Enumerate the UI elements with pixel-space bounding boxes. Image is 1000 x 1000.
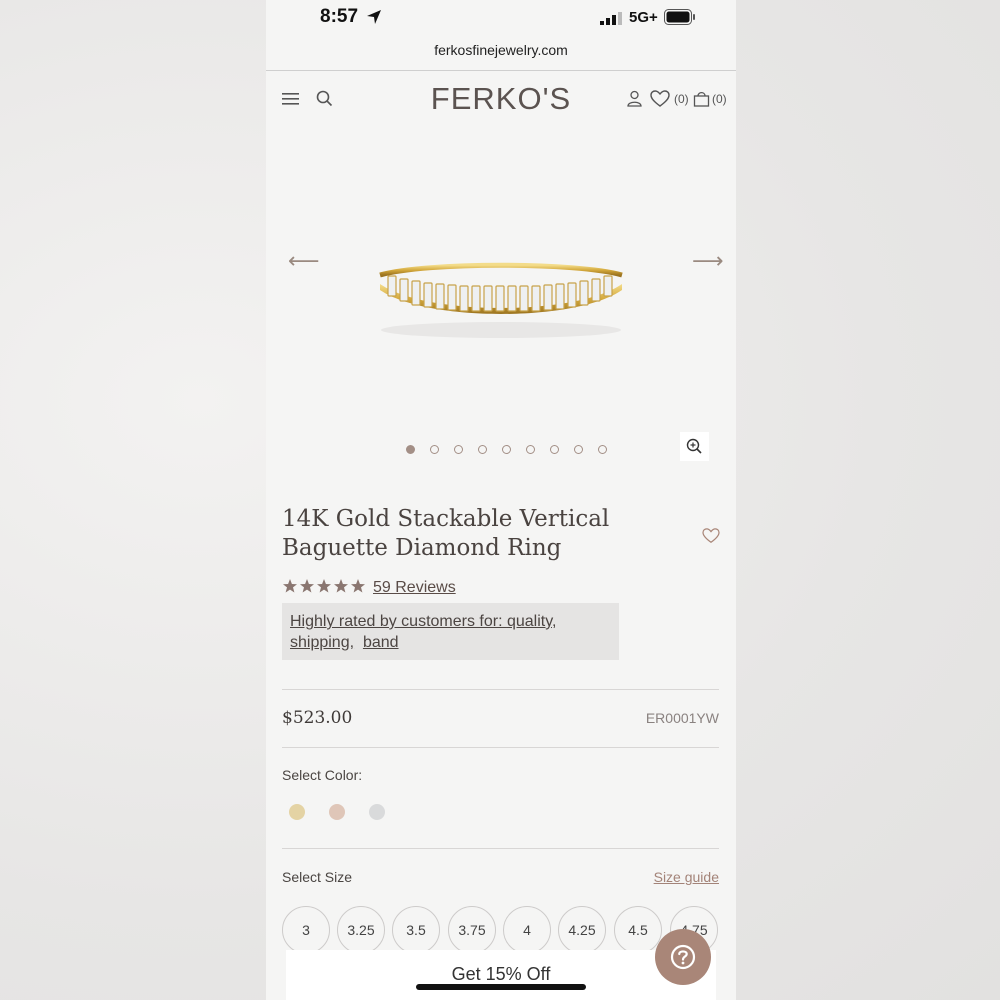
gallery-dot[interactable]: [406, 445, 415, 454]
gallery-next-arrow[interactable]: ⟶: [692, 248, 724, 274]
gallery-dot[interactable]: [550, 445, 559, 454]
address-bar-divider: [266, 70, 736, 71]
help-button[interactable]: [655, 929, 711, 985]
divider: [282, 689, 719, 690]
select-size-label: Select Size: [282, 869, 353, 885]
star-icon: [283, 579, 297, 593]
gallery-dot[interactable]: [502, 445, 511, 454]
site-logo[interactable]: FERKO'S: [366, 81, 636, 117]
size-option[interactable]: 3.5: [392, 906, 440, 954]
gallery-dot[interactable]: [478, 445, 487, 454]
product-title: 14K Gold Stackable Vertical Baguette Dia…: [282, 505, 642, 563]
search-icon[interactable]: [316, 90, 333, 112]
gallery-pagination: [406, 445, 616, 457]
color-swatch-rose-gold[interactable]: [329, 804, 345, 820]
shopping-bag-icon[interactable]: [693, 90, 710, 112]
network-type: 5G+: [629, 9, 658, 26]
gallery-prev-arrow[interactable]: ⟵: [288, 248, 320, 274]
product-image-ring: [379, 262, 623, 338]
wishlist-heart-icon[interactable]: [650, 90, 670, 113]
add-to-wishlist-heart-icon[interactable]: [702, 528, 720, 549]
customer-highlights: Highly rated by customers for: quality, …: [282, 603, 619, 660]
select-color-label: Select Color:: [282, 767, 363, 783]
site-header: FERKO'S (0) (0): [266, 78, 736, 122]
home-indicator: [416, 984, 586, 990]
highlight-term-shipping[interactable]: shipping,: [290, 634, 354, 651]
color-swatch-white-gold[interactable]: [369, 804, 385, 820]
size-option[interactable]: 4.25: [558, 906, 606, 954]
question-icon: [670, 944, 696, 970]
gallery-dot[interactable]: [574, 445, 583, 454]
color-swatch-yellow-gold[interactable]: [289, 804, 305, 820]
star-icon: [300, 579, 314, 593]
star-icon: [334, 579, 348, 593]
gallery-dot[interactable]: [430, 445, 439, 454]
product-price: $523.00: [282, 708, 353, 728]
gallery-dot[interactable]: [454, 445, 463, 454]
account-icon[interactable]: [626, 90, 643, 112]
divider: [282, 848, 719, 849]
status-bar: 8:57 5G+: [266, 0, 736, 36]
gallery-dot[interactable]: [598, 445, 607, 454]
size-option[interactable]: 3.75: [448, 906, 496, 954]
divider: [282, 747, 719, 748]
promo-banner[interactable]: Get 15% Off: [286, 950, 716, 1000]
highlights-prefix: Highly rated by customers for:: [290, 613, 507, 630]
zoom-in-icon[interactable]: [680, 432, 709, 461]
product-title-line: 14K Gold Stackable Vertical: [282, 506, 610, 532]
product-sku: ER0001YW: [645, 710, 719, 726]
gallery-dot[interactable]: [526, 445, 535, 454]
highlight-term-band[interactable]: band: [363, 634, 399, 651]
location-arrow-icon: [366, 9, 382, 30]
product-title-line: Baguette Diamond Ring: [282, 535, 562, 561]
rating-stars: [283, 579, 365, 593]
reviews-link[interactable]: 59 Reviews: [373, 579, 456, 597]
size-option[interactable]: 3: [282, 906, 330, 954]
star-icon: [351, 579, 365, 593]
status-time: 8:57: [320, 6, 359, 27]
hamburger-menu-icon[interactable]: [282, 92, 300, 111]
star-icon: [317, 579, 331, 593]
cart-count: (0): [712, 92, 727, 106]
battery-icon: [664, 9, 696, 30]
size-option[interactable]: 4: [503, 906, 551, 954]
wishlist-count: (0): [674, 92, 689, 106]
promo-label: Get 15% Off: [451, 964, 551, 984]
highlight-term-quality[interactable]: quality,: [507, 613, 557, 630]
size-option[interactable]: 3.25: [337, 906, 385, 954]
product-gallery: ⟵ ⟶: [266, 120, 736, 475]
cellular-signal-icon: [600, 12, 624, 30]
phone-screen: 8:57 5G+ ferkosfinejewelry.com FERKO'S (…: [266, 0, 736, 1000]
address-bar[interactable]: ferkosfinejewelry.com: [266, 42, 736, 70]
size-guide-link[interactable]: Size guide: [626, 869, 719, 885]
